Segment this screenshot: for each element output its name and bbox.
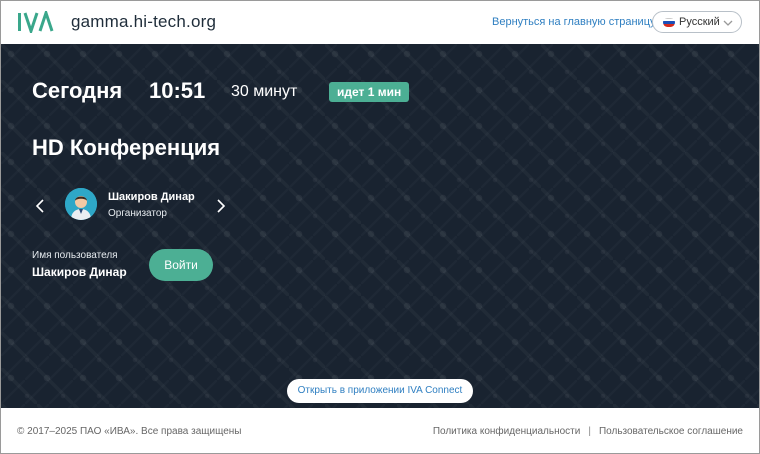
iva-logo-icon[interactable]	[17, 11, 59, 33]
footer: © 2017–2025 ПАО «ИВА». Все права защищен…	[1, 408, 759, 453]
chevron-down-icon	[723, 20, 733, 26]
meeting-duration: 30 минут	[231, 83, 298, 100]
language-select[interactable]: Русский	[652, 11, 742, 33]
user-agreement-link[interactable]: Пользовательское соглашение	[599, 426, 743, 437]
privacy-policy-link[interactable]: Политика конфиденциальности	[433, 426, 581, 437]
status-badge: идет 1 мин	[329, 82, 410, 102]
username-value: Шакиров Динар	[32, 265, 127, 279]
avatar	[65, 188, 97, 220]
chevron-right-icon[interactable]	[216, 198, 226, 214]
conference-hero: Сегодня 10:51 30 минут идет 1 мин HD Кон…	[1, 44, 759, 408]
copyright-text: © 2017–2025 ПАО «ИВА». Все права защищен…	[17, 426, 242, 437]
conference-title: HD Конференция	[32, 135, 221, 160]
home-link[interactable]: Вернуться на главную страницу	[492, 16, 656, 28]
user-avatar-icon	[65, 188, 97, 220]
username-label: Имя пользователя	[32, 250, 118, 261]
russia-flag-icon	[663, 18, 675, 27]
login-button[interactable]: Войти	[149, 249, 213, 281]
open-in-app-button[interactable]: Открыть в приложении IVA Connect	[287, 379, 473, 403]
organizer-name: Шакиров Динар	[108, 191, 195, 203]
footer-separator: |	[588, 426, 591, 437]
organizer-role: Организатор	[108, 208, 167, 219]
chevron-left-icon[interactable]	[35, 198, 45, 214]
page-frame: gamma.hi-tech.org Вернуться на главную с…	[0, 0, 760, 454]
header: gamma.hi-tech.org Вернуться на главную с…	[1, 1, 759, 44]
meeting-time: 10:51	[149, 78, 206, 103]
meeting-day: Сегодня	[32, 78, 123, 103]
footer-links: Политика конфиденциальности | Пользователь…	[433, 426, 743, 437]
language-label: Русский	[679, 16, 720, 28]
site-title: gamma.hi-tech.org	[71, 12, 217, 31]
